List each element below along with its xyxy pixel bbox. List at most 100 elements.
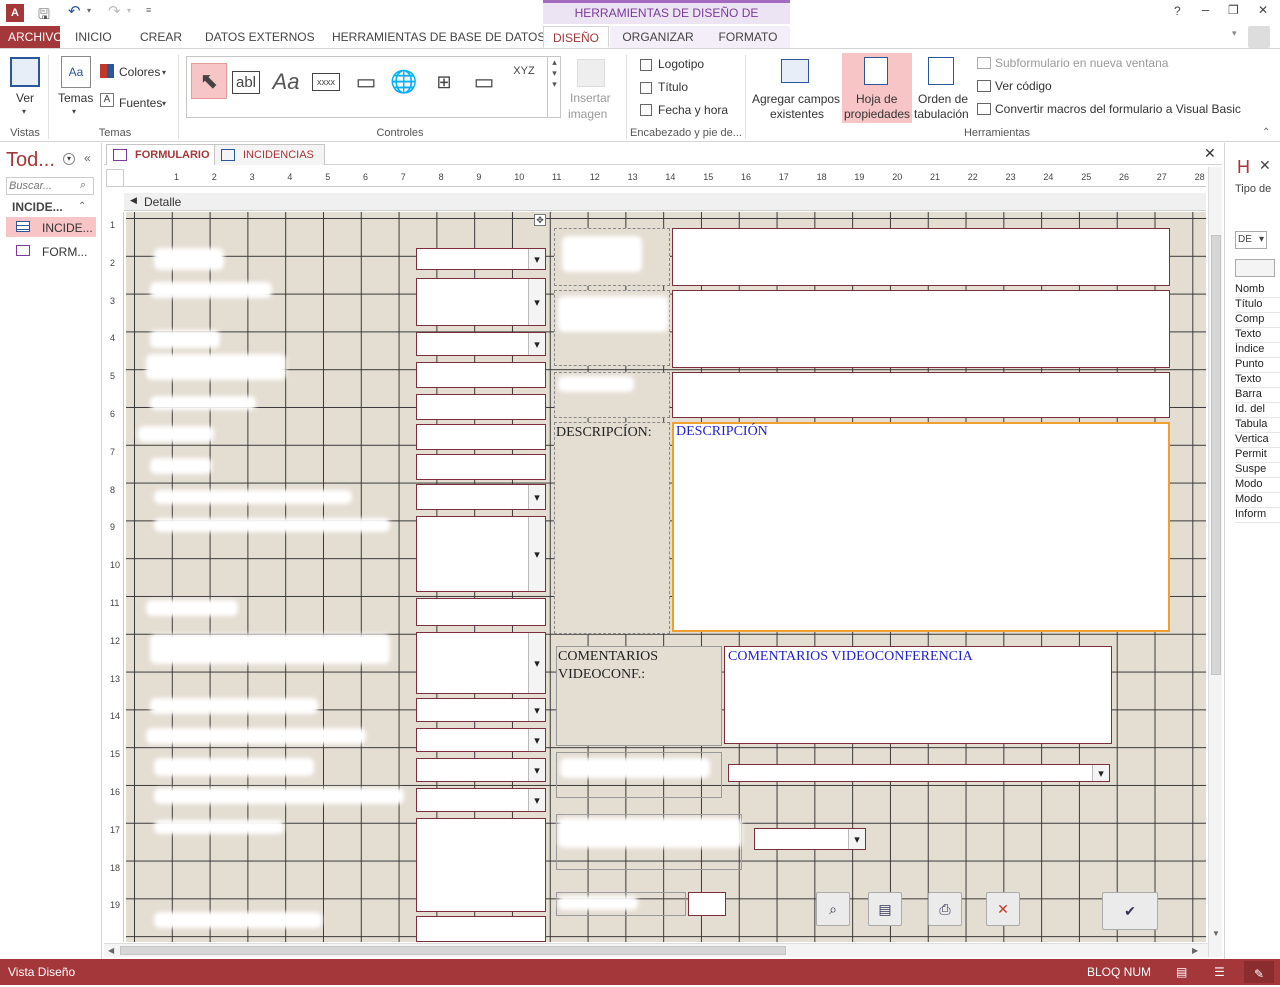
temas-button[interactable]: Temas (58, 91, 93, 105)
property-item[interactable]: Comp (1235, 313, 1280, 328)
text-field[interactable] (416, 598, 546, 626)
tab-inicio[interactable]: INICIO (67, 26, 120, 48)
form-view-icon[interactable]: ▤ (1176, 959, 1187, 985)
convertir-macros-button[interactable]: Convertir macros del formulario a Visual… (995, 102, 1241, 116)
combo-field[interactable] (416, 516, 546, 592)
property-item[interactable]: Punto (1235, 358, 1280, 373)
scroll-thumb[interactable] (120, 946, 786, 955)
text-field[interactable] (416, 454, 546, 480)
undo-icon[interactable]: ↶ (68, 2, 81, 20)
minimize-button[interactable]: – (1202, 2, 1209, 17)
hoja-label1[interactable]: Hoja de (856, 92, 897, 106)
redo-dropdown-icon[interactable]: ▾ (127, 6, 131, 15)
save-record-button-icon[interactable]: ✔ (1102, 892, 1158, 930)
customize-toolbar-icon[interactable]: ≡ (146, 5, 151, 15)
property-item[interactable]: Vertica (1235, 433, 1280, 448)
property-item[interactable]: Id. del (1235, 403, 1280, 418)
descripcion-field[interactable] (672, 422, 1170, 632)
scroll-down-icon[interactable]: ▼ (1212, 929, 1220, 938)
combo-field[interactable] (416, 758, 546, 782)
controls-gallery[interactable]: ⬉ abl Aa xxxx ▭ 🌐 ⊞ ▭ XYZ ▴ ▾ ▾ (186, 56, 561, 118)
property-item[interactable]: Tabula (1235, 418, 1280, 433)
agregar-campos-label2[interactable]: existentes (770, 107, 824, 121)
print-button-icon[interactable]: ⎙ (928, 892, 962, 926)
orden-label2[interactable]: tabulación (914, 107, 969, 121)
nav-menu-icon[interactable]: ▾ (63, 153, 75, 165)
doc-tab-formulario[interactable]: FORMULARIO (106, 144, 221, 165)
fecha-hora-button[interactable]: Fecha y hora (658, 103, 728, 117)
help-button[interactable]: ? (1174, 4, 1181, 18)
close-button[interactable]: ✕ (1258, 3, 1268, 17)
descripcion-label-box[interactable] (554, 422, 670, 634)
text-field[interactable] (672, 372, 1170, 418)
property-tabs[interactable] (1235, 259, 1275, 277)
layout-view-icon[interactable]: ☰ (1214, 959, 1225, 985)
title-icon[interactable] (640, 82, 652, 94)
scroll-left-icon[interactable]: ◀ (108, 946, 114, 955)
avatar[interactable] (1248, 26, 1270, 48)
tab-diseno[interactable]: DISEÑO (543, 26, 609, 48)
nav-group-header[interactable]: INCIDE... (12, 200, 63, 214)
small-field[interactable] (688, 892, 726, 916)
redo-icon[interactable]: ↷ (108, 2, 121, 20)
property-item[interactable]: Modo (1235, 493, 1280, 508)
tab-control-icon[interactable]: ▭ (349, 65, 383, 99)
close-property-sheet-icon[interactable]: ✕ (1259, 157, 1271, 174)
temas-dropdown-icon[interactable]: ▾ (72, 107, 76, 116)
design-view-icon[interactable]: ✎ (1244, 961, 1274, 983)
date-time-icon[interactable] (640, 104, 652, 116)
selection-select[interactable]: DE ▾ (1235, 231, 1267, 249)
button-control-icon[interactable]: xxxx (309, 65, 343, 99)
property-item[interactable]: Texto (1235, 328, 1280, 343)
logotipo-button[interactable]: Logotipo (658, 57, 704, 71)
fuentes-button[interactable]: Fuentes (119, 96, 162, 110)
select-pointer-icon[interactable]: ⬉ (191, 63, 227, 99)
tab-crear[interactable]: CREAR (132, 26, 190, 48)
move-handle-icon[interactable]: ✥ (534, 214, 546, 226)
detail-grid[interactable]: ✥ ▾ ▾ ▾ ▾ ▾ ▾ ▾ ▾ ▾ ▾ DESCRIPCÍON: DESCR… (126, 212, 1206, 942)
ver-codigo-button[interactable]: Ver código (995, 79, 1052, 93)
orden-label1[interactable]: Orden de (918, 92, 968, 106)
navigation-control-icon[interactable]: ▭ (467, 65, 501, 99)
code-icon[interactable] (977, 80, 991, 92)
ver-button[interactable]: Ver (16, 91, 34, 105)
combo-field[interactable] (728, 764, 1110, 782)
tab-formato[interactable]: FORMATO (706, 26, 790, 48)
vertical-scrollbar[interactable]: ▼ (1208, 167, 1222, 957)
colors-icon[interactable] (100, 64, 114, 78)
add-fields-icon[interactable] (781, 59, 809, 83)
fuentes-dropdown-icon[interactable]: ▾ (162, 99, 166, 108)
nav-title[interactable]: Tod... (6, 149, 55, 172)
tab-herramientas-bd[interactable]: HERRAMIENTAS DE BASE DE DATOS (324, 26, 553, 48)
scroll-thumb[interactable] (1211, 235, 1221, 675)
colores-dropdown-icon[interactable]: ▾ (162, 68, 166, 77)
ver-dropdown-icon[interactable]: ▾ (22, 107, 26, 116)
combo-field[interactable] (416, 632, 546, 694)
property-item[interactable]: Barra (1235, 388, 1280, 403)
combo-field[interactable] (416, 788, 546, 812)
close-document-icon[interactable]: ✕ (1204, 145, 1216, 162)
tab-order-icon[interactable] (928, 57, 954, 85)
account-dropdown-icon[interactable]: ▾ (1232, 28, 1237, 39)
hoja-label2[interactable]: propiedades (844, 107, 910, 121)
text-field[interactable] (416, 362, 546, 388)
property-item[interactable]: Nomb (1235, 283, 1280, 298)
nav-item-label[interactable]: FORM... (42, 245, 87, 259)
scroll-right-icon[interactable]: ▶ (1192, 946, 1198, 955)
property-item[interactable]: Título (1235, 298, 1280, 313)
titulo-button[interactable]: Título (658, 80, 688, 94)
save-icon[interactable]: 🖫 (38, 4, 50, 28)
tab-datos-externos[interactable]: DATOS EXTERNOS (197, 26, 323, 48)
form-selector[interactable] (106, 169, 124, 187)
view-icon[interactable] (10, 57, 40, 87)
combo-field[interactable] (754, 828, 866, 850)
delete-button-icon[interactable]: ✕ (986, 892, 1020, 926)
text-field[interactable] (416, 916, 546, 942)
combo-field[interactable] (416, 248, 546, 270)
undo-dropdown-icon[interactable]: ▾ (87, 6, 91, 15)
gallery-scroll[interactable]: ▴ ▾ ▾ (547, 57, 561, 117)
textbox-control-icon[interactable]: abl (229, 65, 263, 99)
collapse-ribbon-icon[interactable]: ⌃ (1262, 127, 1270, 138)
label-control-icon[interactable]: Aa (269, 65, 303, 99)
text-field[interactable] (416, 424, 546, 450)
